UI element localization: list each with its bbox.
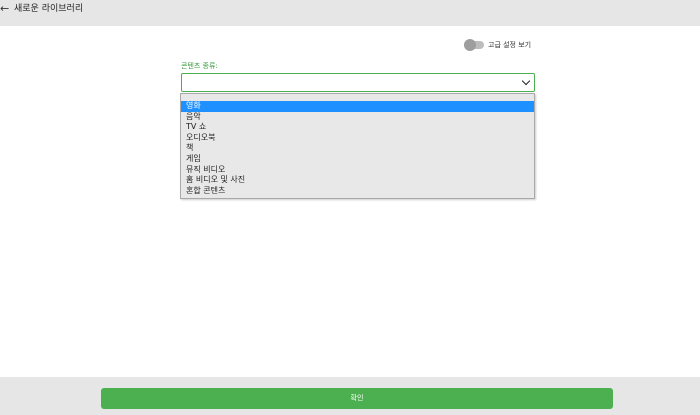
confirm-button[interactable]: 확인 xyxy=(101,388,613,409)
option-tv-shows[interactable]: TV 쇼 xyxy=(181,122,534,133)
option-books[interactable]: 책 xyxy=(181,143,534,154)
advanced-settings-label: 고급 설정 보기 xyxy=(488,41,532,49)
toggle-knob xyxy=(464,39,476,51)
option-mixed-content[interactable]: 혼합 콘텐츠 xyxy=(181,186,534,197)
option-games[interactable]: 게임 xyxy=(181,154,534,165)
option-audiobooks[interactable]: 오디오북 xyxy=(181,133,534,144)
page-title: 새로운 라이브러리 xyxy=(14,4,84,14)
header-bar: ← 새로운 라이브러리 xyxy=(0,0,700,26)
option-home-videos-photos[interactable]: 홈 비디오 및 사진 xyxy=(181,175,534,186)
option-movies[interactable]: 영화 xyxy=(181,101,534,112)
content-type-dropdown: 영화 음악 TV 쇼 오디오북 책 게임 뮤직 비디오 홈 비디오 및 사진 혼… xyxy=(180,93,535,199)
chevron-down-icon xyxy=(521,76,531,86)
content-type-label: 콘텐츠 종류: xyxy=(181,62,218,70)
option-music-videos[interactable]: 뮤직 비디오 xyxy=(181,165,534,176)
content-type-select[interactable] xyxy=(181,73,535,92)
back-arrow-icon[interactable]: ← xyxy=(0,0,12,18)
option-music[interactable]: 음악 xyxy=(181,112,534,123)
